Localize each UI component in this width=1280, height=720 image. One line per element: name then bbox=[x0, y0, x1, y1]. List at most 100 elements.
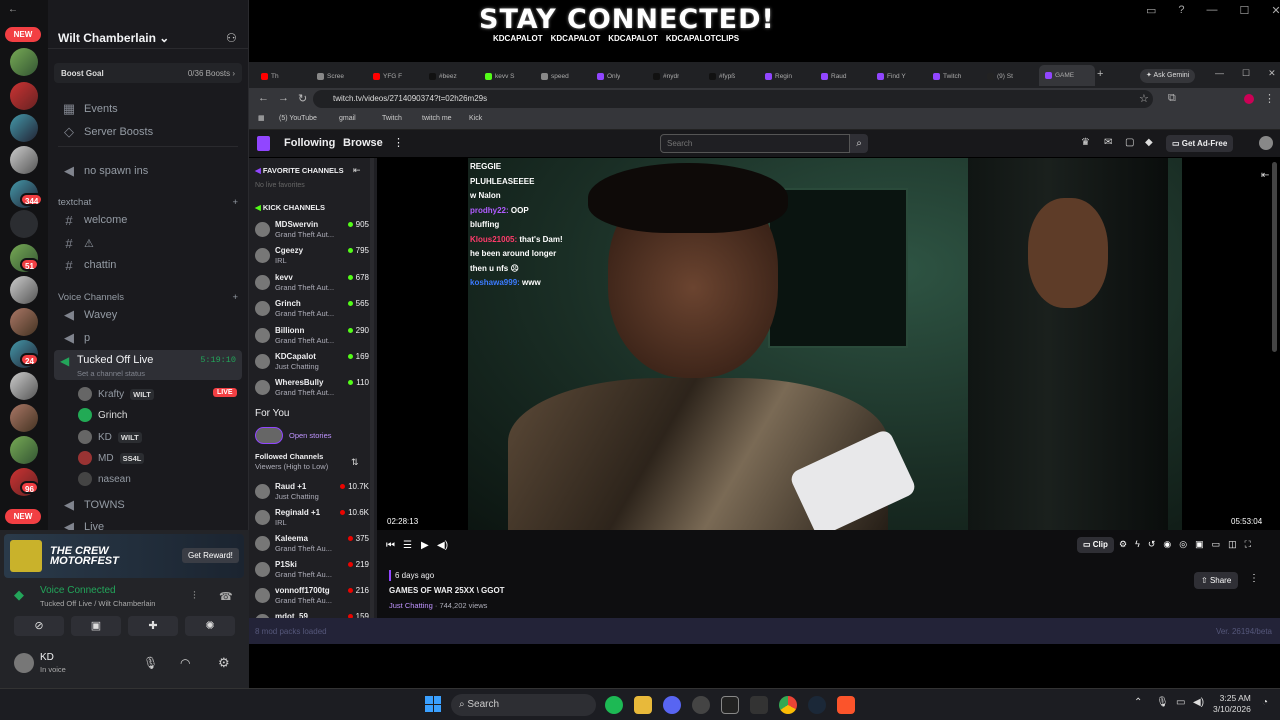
user-avatar[interactable] bbox=[1259, 136, 1273, 150]
server-icon[interactable] bbox=[10, 210, 38, 238]
server-icon[interactable] bbox=[10, 372, 38, 400]
camera-off-button[interactable]: ⊘ bbox=[14, 616, 64, 636]
server-icon[interactable] bbox=[10, 146, 38, 174]
minimize-button[interactable]: — bbox=[1207, 4, 1218, 17]
maximize-button[interactable]: ☐ bbox=[1242, 68, 1250, 79]
record-icon[interactable]: ◉ bbox=[1163, 539, 1171, 550]
minimize-icon[interactable]: ▭ bbox=[1146, 4, 1156, 17]
share-button[interactable]: ⇧ Share bbox=[1194, 572, 1239, 589]
screenshot-icon[interactable]: ◎ bbox=[1179, 539, 1187, 550]
bookmark-star-icon[interactable]: ☆ bbox=[1139, 92, 1149, 105]
bookmark[interactable]: Twitch bbox=[382, 115, 402, 122]
nav-following[interactable]: Following bbox=[284, 137, 335, 149]
sidebar-channel[interactable]: Kaleema Grand Theft Au... 375 bbox=[255, 532, 369, 556]
browser-tab[interactable]: Scree bbox=[317, 68, 344, 84]
category-voice[interactable]: Voice Channels + bbox=[58, 292, 238, 303]
browser-tab[interactable]: #beez bbox=[429, 68, 457, 84]
volume-icon[interactable]: ◀) bbox=[1193, 697, 1204, 708]
more-menu-icon[interactable]: ⋮ bbox=[393, 136, 404, 149]
taskbar-search[interactable]: ⌕ Search bbox=[451, 694, 596, 716]
add-member-icon[interactable]: ⚇ bbox=[226, 31, 237, 45]
category-textchat[interactable]: textchat + bbox=[58, 197, 238, 208]
share-screen-button[interactable]: ▣ bbox=[71, 616, 121, 636]
voice-user-krafty[interactable]: Krafty WILT bbox=[78, 387, 154, 401]
video-frame[interactable]: REGGIE PLUHLEASEEEE w Nalon prodhy22: OOP… bbox=[468, 158, 1182, 530]
bookmark[interactable]: (5) YouTube bbox=[279, 115, 317, 122]
channel-no-spawn[interactable]: ◀ no spawn ins bbox=[56, 160, 240, 182]
server-icon[interactable] bbox=[10, 308, 38, 336]
miniplayer-icon[interactable]: ▣ bbox=[1195, 539, 1204, 550]
volume-icon[interactable]: ◀) bbox=[437, 540, 448, 551]
expand-chat-icon[interactable]: ⇤ bbox=[1261, 170, 1269, 181]
lightning-icon[interactable]: ϟ bbox=[1135, 539, 1140, 550]
settings-gear-icon[interactable]: ⚙ bbox=[218, 655, 230, 671]
channel-welcome[interactable]: # welcome bbox=[56, 209, 240, 231]
browser-tab[interactable]: #fypß bbox=[709, 68, 735, 84]
server-icon[interactable] bbox=[10, 404, 38, 432]
more-options-icon[interactable]: ⋮ bbox=[1249, 573, 1259, 584]
bits-icon[interactable]: ◆ bbox=[1145, 137, 1153, 148]
browser-tab[interactable]: kevv S bbox=[485, 68, 515, 84]
profile-avatar[interactable] bbox=[1244, 94, 1254, 104]
sidebar-icon[interactable]: ◫ bbox=[1228, 539, 1237, 550]
forward-icon[interactable]: → bbox=[278, 92, 289, 104]
network-icon[interactable]: ▭ bbox=[1176, 697, 1185, 708]
voice-user-grinch[interactable]: Grinch bbox=[78, 408, 127, 422]
channel-warning[interactable]: # ⚠ bbox=[56, 232, 240, 254]
server-boosts-item[interactable]: ◇ Server Boosts bbox=[56, 121, 240, 143]
inbox-icon[interactable]: ✉ bbox=[1104, 137, 1112, 148]
tray-chevron-icon[interactable]: ⌃ bbox=[1134, 697, 1142, 708]
voice-connected-channel[interactable]: Tucked Off Live / Wilt Chamberlain bbox=[40, 599, 155, 608]
bookmark[interactable]: Kick bbox=[469, 115, 482, 122]
microphone-icon[interactable]: 🎙︎ bbox=[143, 656, 158, 670]
browser-tab[interactable]: Regin bbox=[765, 68, 792, 84]
browser-tab[interactable]: (9) St bbox=[987, 68, 1013, 84]
whispers-icon[interactable]: ▢ bbox=[1125, 137, 1134, 148]
play-icon[interactable]: ▶ bbox=[421, 540, 429, 551]
browser-tab[interactable]: YFG F bbox=[373, 68, 402, 84]
server-icon[interactable] bbox=[10, 436, 38, 464]
page-scrollbar[interactable] bbox=[1272, 162, 1277, 352]
epic-games-icon[interactable] bbox=[721, 696, 739, 714]
channel-status[interactable]: Set a channel status bbox=[77, 369, 145, 378]
theater-mode-icon[interactable]: ▭ bbox=[1212, 539, 1221, 550]
chapters-icon[interactable]: ☰ bbox=[403, 540, 412, 551]
new-tab-button[interactable]: + bbox=[1097, 68, 1103, 80]
close-button[interactable]: ✕ bbox=[1271, 4, 1280, 17]
file-explorer-icon[interactable] bbox=[634, 696, 652, 714]
spotify-icon[interactable] bbox=[605, 696, 623, 714]
sidebar-channel[interactable]: Billionn Grand Theft Aut... 290 bbox=[255, 324, 369, 348]
browser-tab[interactable]: #nydr bbox=[653, 68, 679, 84]
headphones-icon[interactable]: ◠ bbox=[180, 656, 190, 670]
close-button[interactable]: ✕ bbox=[1268, 68, 1276, 79]
browser-tab[interactable]: Th bbox=[261, 68, 279, 84]
sidebar-channel[interactable]: KDCapalot Just Chatting 169 bbox=[255, 350, 369, 374]
sidebar-channel[interactable]: WheresBully Grand Theft Aut... 110 bbox=[255, 376, 369, 400]
voice-channel-tucked-off-live[interactable]: ◀ Tucked Off Live 5:19:10 Set a channel … bbox=[54, 350, 242, 380]
start-button-icon[interactable] bbox=[425, 696, 441, 712]
activities-button[interactable]: ✚ bbox=[128, 616, 178, 636]
voice-user-md[interactable]: MD SS4L bbox=[78, 451, 145, 465]
browser-tab[interactable]: Find Y bbox=[877, 68, 906, 84]
ask-gemini-button[interactable]: ✦ Ask Gemini bbox=[1140, 69, 1196, 83]
browser-tab[interactable]: Only bbox=[597, 68, 620, 84]
sidebar-channel[interactable]: Reginald +1 IRL 10.6K bbox=[255, 506, 369, 530]
extensions-icon[interactable]: ⧉ bbox=[1168, 92, 1176, 105]
clip-button[interactable]: ▭ Clip bbox=[1077, 537, 1114, 553]
nav-browse[interactable]: Browse bbox=[343, 137, 383, 149]
channel-towns[interactable]: ◀ TOWNS bbox=[56, 494, 240, 516]
get-ad-free-button[interactable]: ▭ Get Ad-Free bbox=[1166, 135, 1234, 152]
browser-tab[interactable]: speed bbox=[541, 68, 569, 84]
brave-icon[interactable] bbox=[837, 696, 855, 714]
notifications-icon[interactable]: ◔ bbox=[1262, 697, 1268, 708]
server-name[interactable]: Wilt Chamberlain ⌄ bbox=[58, 31, 169, 45]
help-icon[interactable]: ? bbox=[1178, 4, 1184, 17]
events-item[interactable]: ▦ Events bbox=[56, 98, 240, 120]
bookmark[interactable]: twitch me bbox=[422, 115, 452, 122]
boost-goal-bar[interactable]: Boost Goal 0/36 Boosts › bbox=[54, 63, 242, 83]
maximize-button[interactable]: ☐ bbox=[1240, 4, 1250, 17]
followed-sort[interactable]: Viewers (High to Low) bbox=[255, 462, 328, 471]
sidebar-channel[interactable]: kevv Grand Theft Aut... 678 bbox=[255, 271, 369, 295]
voice-user-kd[interactable]: KD WILT bbox=[78, 430, 142, 444]
promo-banner[interactable]: THE CREW MOTORFEST Get Reward! bbox=[4, 534, 244, 578]
